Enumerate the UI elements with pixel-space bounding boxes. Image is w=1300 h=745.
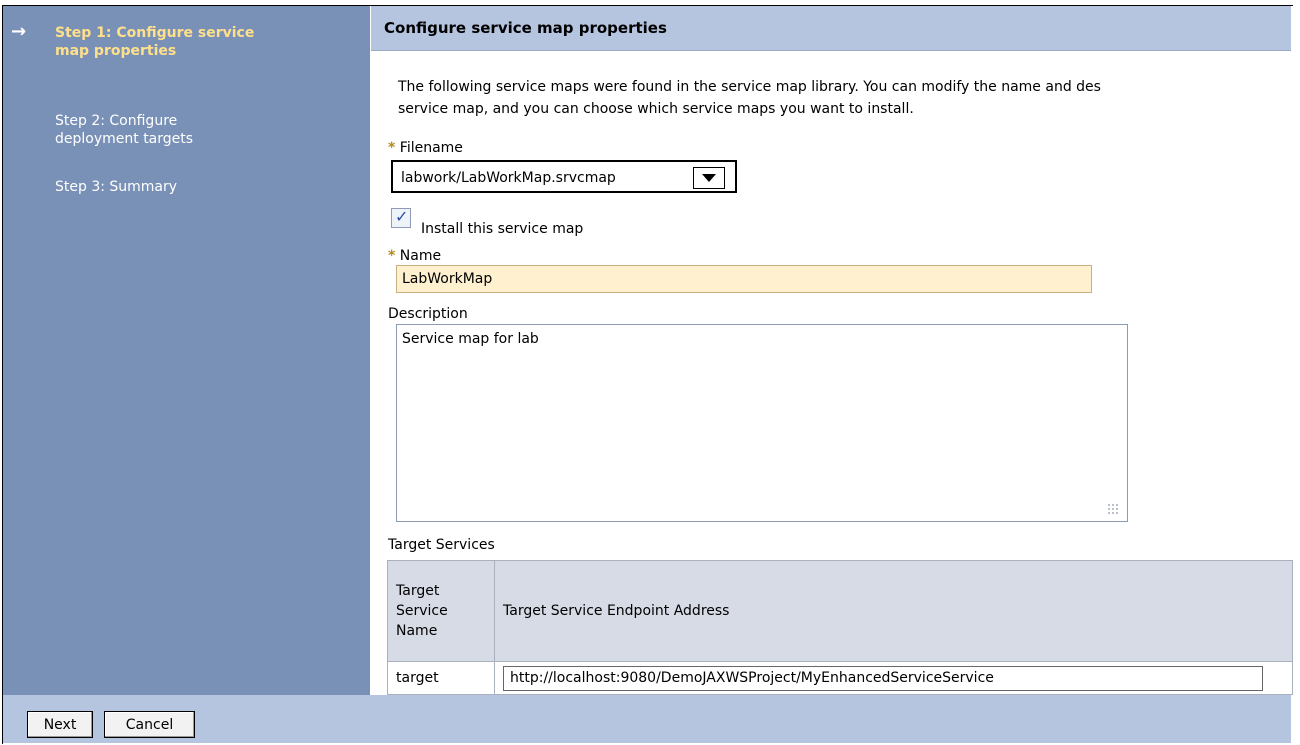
step-3-label: Step 3: Summary [55, 179, 178, 195]
chevron-down-icon[interactable] [693, 167, 725, 189]
intro-text: The following service maps were found in… [398, 76, 1288, 120]
main-panel: Configure service map properties The fol… [371, 6, 1293, 695]
target-service-endpoint-header: Target Service Endpoint Address [494, 560, 1293, 662]
name-input[interactable] [396, 265, 1092, 293]
required-marker: * [388, 140, 396, 156]
resize-grip-icon[interactable] [1107, 503, 1119, 515]
filename-select[interactable]: labwork/LabWorkMap.srvcmap [391, 160, 737, 193]
intro-line-1: The following service maps were found in… [398, 79, 1101, 95]
filename-label: * Filename [388, 140, 463, 156]
filename-label-text: Filename [399, 140, 463, 156]
target-services-table: Target Service Name Target Service Endpo… [387, 560, 1293, 695]
target-service-endpoint-cell [494, 661, 1293, 695]
filename-value: labwork/LabWorkMap.srvcmap [401, 170, 616, 186]
step-1-label: Step 1: Configure service map properties [55, 25, 255, 59]
description-label: Description [388, 306, 468, 322]
footer-bar: Next Cancel [3, 695, 1291, 743]
table-row: target [387, 661, 1293, 695]
name-label-text: Name [399, 248, 442, 264]
page-title: Configure service map properties [384, 19, 667, 37]
target-service-name-cell: target [387, 661, 495, 695]
install-service-map-label: Install this service map [421, 221, 584, 237]
install-service-map-checkbox[interactable] [391, 207, 411, 228]
right-arrow-icon: → [11, 21, 27, 42]
name-label: * Name [388, 248, 441, 264]
target-services-label: Target Services [388, 537, 495, 553]
cancel-button[interactable]: Cancel [104, 711, 195, 738]
intro-line-2: service map, and you can choose which se… [398, 101, 914, 117]
wizard-sidebar: → Step 1: Configure service map properti… [3, 6, 370, 695]
endpoint-address-input[interactable] [503, 665, 1263, 691]
step-2-label: Step 2: Configure deployment targets [55, 113, 194, 147]
target-service-name-header: Target Service Name [387, 560, 495, 662]
title-bar: Configure service map properties [371, 6, 1291, 51]
table-header-row: Target Service Name Target Service Endpo… [387, 560, 1293, 662]
next-button[interactable]: Next [27, 711, 93, 738]
description-textarea[interactable]: Service map for lab [396, 324, 1128, 522]
description-value: Service map for lab [402, 331, 539, 347]
required-marker: * [388, 248, 396, 264]
